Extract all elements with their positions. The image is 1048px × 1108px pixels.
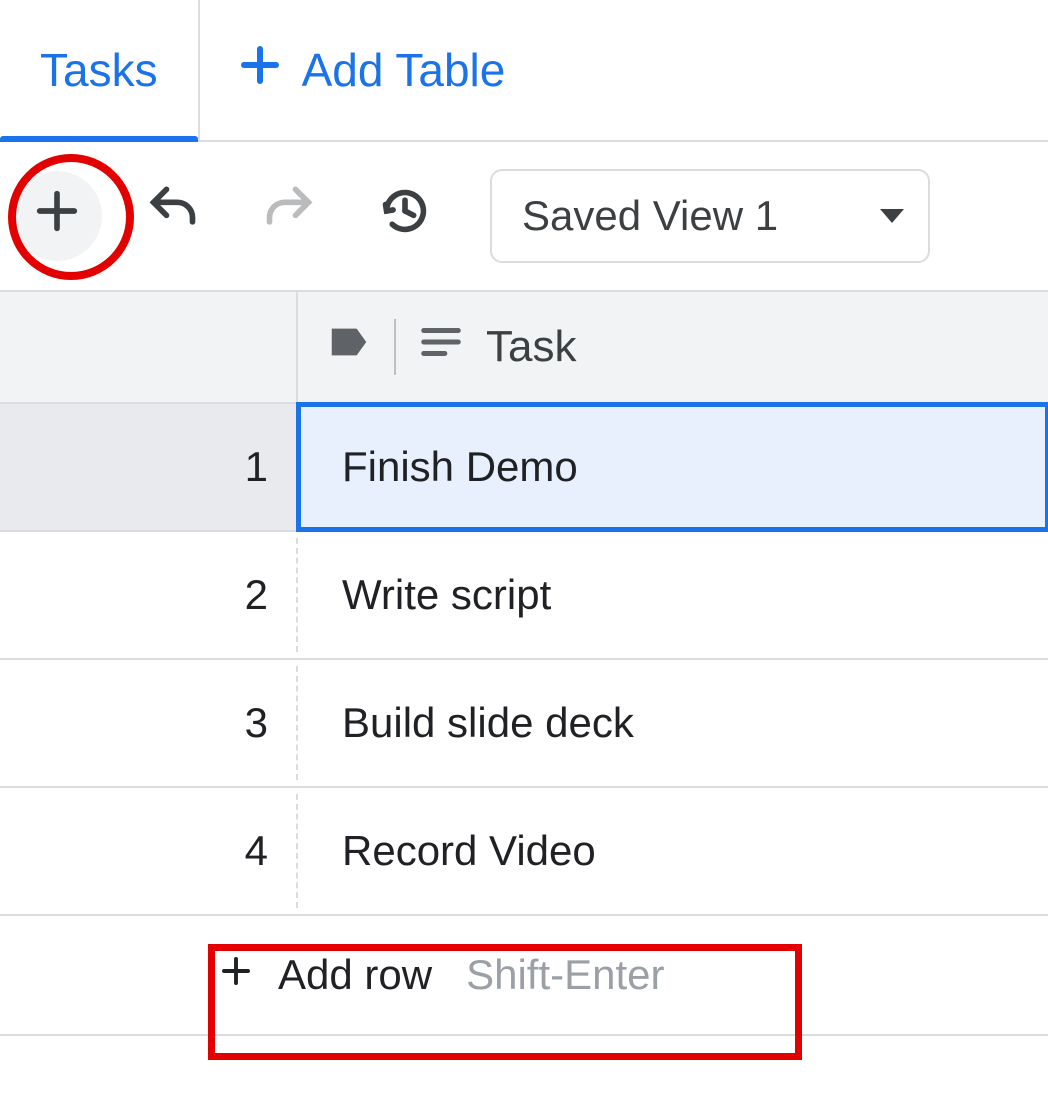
plus-icon	[31, 185, 83, 247]
divider	[394, 319, 396, 375]
tab-tasks[interactable]: Tasks	[0, 0, 200, 140]
add-table-button[interactable]: Add Table	[200, 0, 542, 140]
add-row-label: Add row	[278, 951, 432, 999]
label-chip-icon	[326, 319, 372, 376]
row-index: 3	[0, 660, 298, 786]
task-cell[interactable]: Finish Demo	[298, 404, 1048, 530]
saved-view-label: Saved View 1	[522, 192, 778, 240]
toolbar: Saved View 1	[0, 142, 1048, 292]
task-cell-text: Build slide deck	[342, 699, 634, 747]
task-cell-text: Record Video	[342, 827, 596, 875]
add-row-row: Add row Shift-Enter	[0, 916, 1048, 1036]
task-cell[interactable]: Write script	[298, 532, 1048, 658]
add-row-button[interactable]: Add row Shift-Enter	[200, 916, 683, 1034]
task-cell-text: Write script	[342, 571, 551, 619]
table-row[interactable]: 4 Record Video	[0, 788, 1048, 916]
add-row-hint: Shift-Enter	[466, 951, 664, 999]
plus-icon	[236, 41, 284, 100]
history-icon	[379, 185, 431, 247]
table-row[interactable]: 2 Write script	[0, 532, 1048, 660]
column-header-label: Task	[486, 322, 576, 372]
undo-icon	[147, 185, 199, 247]
saved-view-dropdown[interactable]: Saved View 1	[490, 169, 930, 263]
insert-button[interactable]	[12, 171, 102, 261]
table-row[interactable]: 1 Finish Demo	[0, 404, 1048, 532]
table-header-row: Task	[0, 292, 1048, 404]
chevron-down-icon	[880, 209, 904, 223]
plus-icon	[218, 951, 254, 999]
row-index: 1	[0, 404, 298, 530]
row-index-header	[0, 292, 298, 402]
table-row[interactable]: 3 Build slide deck	[0, 660, 1048, 788]
redo-button[interactable]	[244, 171, 334, 261]
row-index: 4	[0, 788, 298, 914]
table-tabs: Tasks Add Table	[0, 0, 1048, 142]
undo-button[interactable]	[128, 171, 218, 261]
row-index: 2	[0, 532, 298, 658]
history-button[interactable]	[360, 171, 450, 261]
column-header-task[interactable]: Task	[298, 292, 1048, 402]
redo-icon	[263, 185, 315, 247]
tab-label: Tasks	[40, 43, 158, 97]
text-column-icon	[418, 319, 464, 376]
task-cell-text: Finish Demo	[342, 443, 578, 491]
task-cell[interactable]: Build slide deck	[298, 660, 1048, 786]
task-cell[interactable]: Record Video	[298, 788, 1048, 914]
add-table-label: Add Table	[302, 43, 506, 97]
